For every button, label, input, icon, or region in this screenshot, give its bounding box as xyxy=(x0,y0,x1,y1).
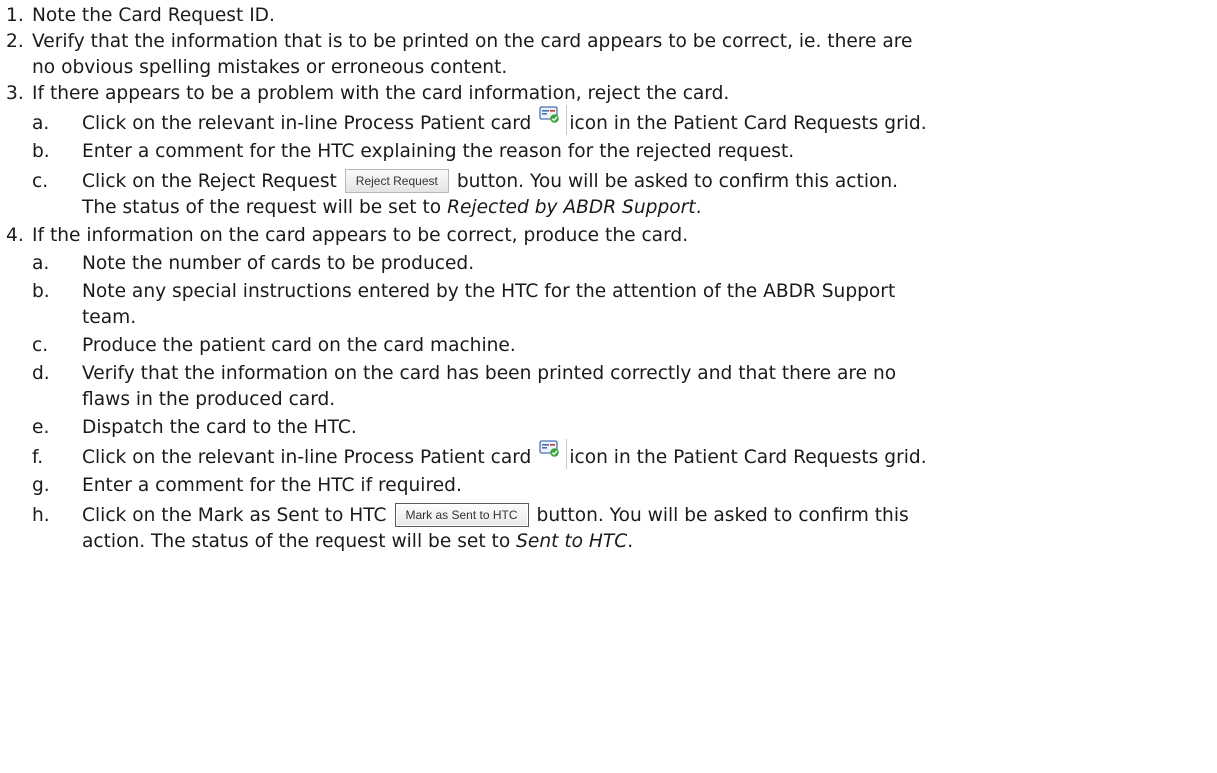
step-number: 1. xyxy=(6,5,24,26)
substep-letter: e. xyxy=(32,417,50,438)
substep-text: Note the number of cards to be produced. xyxy=(82,253,475,274)
reject-request-button[interactable]: Reject Request xyxy=(344,169,449,193)
status-sentence: action. The status of the request will b… xyxy=(82,531,511,552)
substep-letter: b. xyxy=(32,141,50,162)
step-number: 2. xyxy=(6,31,24,52)
substep-letter: h. xyxy=(32,505,50,526)
process-patient-card-icon[interactable] xyxy=(537,105,568,135)
substep-letter: c. xyxy=(32,171,49,192)
step-4: 4. If the information on the card appear… xyxy=(6,223,688,249)
step-text: Note the Card Request ID. xyxy=(32,5,275,26)
substep-text-after-icon: icon in the Patient Card Requests grid. xyxy=(569,113,927,134)
substep-3b: b. Enter a comment for the HTC explainin… xyxy=(32,139,794,165)
substep-text: Enter a comment for the HTC explaining t… xyxy=(82,141,795,162)
sentence-end: . xyxy=(627,531,634,552)
step-text: If there appears to be a problem with th… xyxy=(32,83,730,104)
step-1: 1. Note the Card Request ID. xyxy=(6,3,275,29)
step-2-continuation: no obvious spelling mistakes or erroneou… xyxy=(32,57,508,78)
status-value-rejected: Rejected by ABDR Support xyxy=(447,197,696,218)
substep-letter: a. xyxy=(32,253,50,274)
substep-text-after-icon: icon in the Patient Card Requests grid. xyxy=(569,447,927,468)
substep-4b: b. Note any special instructions entered… xyxy=(32,279,895,305)
substep-letter: f. xyxy=(32,447,44,468)
substep-3c: c. Click on the Reject Request Reject Req… xyxy=(32,169,898,195)
substep-letter: a. xyxy=(32,113,50,134)
substep-letter: b. xyxy=(32,281,50,302)
substep-text-after-button: button. You will be asked to confirm thi… xyxy=(456,171,899,192)
substep-text: Click on the Mark as Sent to HTC xyxy=(82,505,387,526)
status-sentence: The status of the request will be set to xyxy=(82,197,442,218)
status-value-sent: Sent to HTC xyxy=(516,531,628,552)
substep-text-after-button: button. You will be asked to confirm thi… xyxy=(536,505,909,526)
substep-4f: f. Click on the relevant in-line Process… xyxy=(32,439,927,471)
substep-4a: a. Note the number of cards to be produc… xyxy=(32,251,474,277)
substep-text: Click on the relevant in-line Process Pa… xyxy=(82,113,532,134)
substep-text: Dispatch the card to the HTC. xyxy=(82,417,357,438)
step-text: If the information on the card appears t… xyxy=(32,225,689,246)
substep-4e: e. Dispatch the card to the HTC. xyxy=(32,415,357,441)
substep-text: Click on the relevant in-line Process Pa… xyxy=(82,447,532,468)
substep-4g: g. Enter a comment for the HTC if requir… xyxy=(32,473,462,499)
process-patient-card-icon[interactable] xyxy=(537,439,568,469)
substep-3c-continuation: The status of the request will be set to… xyxy=(82,195,701,221)
substep-letter: g. xyxy=(32,475,50,496)
substep-letter: c. xyxy=(32,335,49,356)
substep-4d-continuation: flaws in the produced card. xyxy=(82,389,336,410)
substep-4d: d. Verify that the information on the ca… xyxy=(32,361,896,387)
substep-text: Enter a comment for the HTC if required. xyxy=(82,475,462,496)
substep-4b-continuation: team. xyxy=(82,307,137,328)
step-3: 3. If there appears to be a problem with… xyxy=(6,81,729,107)
substep-3a: a. Click on the relevant in-line Process… xyxy=(32,105,927,137)
substep-text: Note any special instructions entered by… xyxy=(82,281,896,302)
sentence-end: . xyxy=(695,197,702,218)
substep-text: Verify that the information on the card … xyxy=(82,363,897,384)
substep-letter: d. xyxy=(32,363,50,384)
step-text: Verify that the information that is to b… xyxy=(32,31,913,52)
substep-4h-continuation: action. The status of the request will b… xyxy=(82,529,633,555)
substep-4h: h. Click on the Mark as Sent to HTC Mark … xyxy=(32,503,909,529)
step-2: 2. Verify that the information that is t… xyxy=(6,29,912,55)
substep-4c: c. Produce the patient card on the card … xyxy=(32,333,516,359)
step-number: 3. xyxy=(6,83,24,104)
step-number: 4. xyxy=(6,225,24,246)
substep-text: Produce the patient card on the card mac… xyxy=(82,335,516,356)
mark-as-sent-to-htc-button[interactable]: Mark as Sent to HTC xyxy=(394,503,529,527)
substep-text: Click on the Reject Request xyxy=(82,171,337,192)
